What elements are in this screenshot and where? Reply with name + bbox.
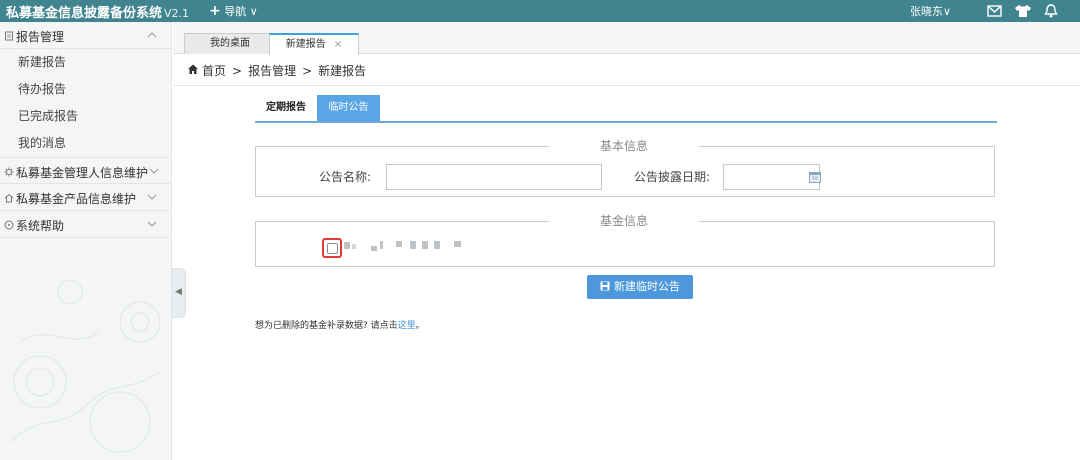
note-text: 想为已删除的基金补录数据? 请点击 bbox=[255, 321, 398, 331]
sidebar: 报告管理 新建报告 待办报告 已完成报告 我的消息 私募基金管理人信息维护 私募… bbox=[0, 22, 172, 460]
user-name: 张晓东 bbox=[910, 5, 943, 18]
bell-icon[interactable] bbox=[1042, 3, 1060, 19]
chevron-down-icon bbox=[147, 221, 157, 227]
create-interim-announcement-button[interactable]: 新建临时公告 bbox=[587, 275, 693, 299]
tab-my-desktop[interactable]: 我的桌面 bbox=[184, 33, 276, 54]
chevron-down-icon: ∨ bbox=[249, 5, 258, 18]
report-type-tabs: 定期报告 临时公告 bbox=[255, 95, 997, 123]
chevron-up-icon bbox=[147, 32, 157, 38]
sidebar-group-label: 私募基金管理人信息维护 bbox=[16, 166, 149, 180]
here-link[interactable]: 这里 bbox=[398, 321, 416, 331]
app-title-text: 私募基金信息披露备份系统 bbox=[6, 6, 163, 21]
gear-icon bbox=[4, 167, 14, 177]
sidebar-item-pending-reports[interactable]: 待办报告 bbox=[0, 76, 171, 103]
tab-new-report[interactable]: 新建报告 × bbox=[269, 33, 359, 55]
breadcrumb-section[interactable]: 报告管理 bbox=[248, 64, 296, 78]
highlight-box bbox=[322, 238, 342, 258]
nav-label: 导航 bbox=[224, 5, 247, 18]
decorative-background-image bbox=[9, 279, 161, 453]
sidebar-item-my-messages[interactable]: 我的消息 bbox=[0, 130, 171, 157]
note-end: 。 bbox=[415, 321, 425, 331]
announcement-name-label: 公告名称: bbox=[319, 170, 372, 184]
fund-name-redacted bbox=[344, 239, 484, 253]
supplement-data-note: 想为已删除的基金补录数据? 请点击这里。 bbox=[255, 318, 425, 331]
sidebar-group-product-info[interactable]: 私募基金产品信息维护 bbox=[0, 184, 171, 211]
announcement-name-input[interactable] bbox=[386, 164, 602, 190]
disclosure-date-input[interactable] bbox=[723, 164, 820, 190]
save-icon bbox=[600, 281, 610, 291]
sidebar-group-manager-info[interactable]: 私募基金管理人信息维护 bbox=[0, 157, 171, 184]
close-icon[interactable]: × bbox=[334, 39, 342, 50]
fund-info-section: 基金信息 bbox=[255, 214, 995, 267]
section-legend: 基本信息 bbox=[549, 139, 699, 153]
sidebar-group-label: 私募基金产品信息维护 bbox=[16, 192, 137, 206]
shirt-icon[interactable] bbox=[1014, 3, 1032, 19]
fund-checkbox[interactable] bbox=[327, 243, 338, 254]
chevron-down-icon bbox=[149, 168, 159, 174]
button-label: 新建临时公告 bbox=[614, 280, 680, 293]
tab-periodic-report[interactable]: 定期报告 bbox=[255, 95, 317, 121]
sidebar-item-new-report[interactable]: 新建报告 bbox=[0, 49, 171, 76]
tab-interim-announcement[interactable]: 临时公告 bbox=[317, 95, 380, 121]
sidebar-group-report-management[interactable]: 报告管理 bbox=[0, 22, 171, 49]
sidebar-group-system-help[interactable]: 系统帮助 bbox=[0, 211, 171, 238]
tab-label: 新建报告 bbox=[285, 39, 326, 50]
breadcrumb-current: 新建报告 bbox=[318, 64, 367, 78]
breadcrumb-home[interactable]: 首页 bbox=[202, 64, 226, 78]
sidebar-submenu: 新建报告 待办报告 已完成报告 我的消息 bbox=[0, 49, 171, 157]
home-icon[interactable] bbox=[187, 63, 199, 75]
calendar-icon[interactable] bbox=[809, 171, 821, 183]
chevron-down-icon: ∨ bbox=[943, 5, 952, 18]
breadcrumb-separator: > bbox=[302, 64, 313, 78]
breadcrumb: 首页 > 报告管理 > 新建报告 bbox=[173, 54, 1080, 86]
report-icon bbox=[5, 31, 13, 41]
plus-icon: + bbox=[209, 3, 221, 19]
help-icon bbox=[4, 220, 14, 230]
sidebar-group-label: 系统帮助 bbox=[16, 219, 65, 233]
home-icon bbox=[4, 193, 14, 203]
chevron-down-icon bbox=[147, 194, 157, 200]
sidebar-group-label: 报告管理 bbox=[16, 30, 65, 44]
user-menu[interactable]: 张晓东∨ bbox=[910, 3, 970, 19]
main-content: 我的桌面 新建报告 × 首页 > 报告管理 > 新建报告 定期报告 临时公告 基本信息 公… bbox=[173, 22, 1080, 460]
app-version: V2.1 bbox=[164, 7, 190, 20]
breadcrumb-text: 首页 > 报告管理 > 新建报告 bbox=[202, 62, 366, 79]
app-title: 私募基金信息披露备份系统 V2.1 bbox=[6, 2, 189, 21]
section-legend: 基金信息 bbox=[549, 214, 699, 228]
tab-label: 我的桌面 bbox=[210, 38, 250, 49]
page-tabs-bar: 我的桌面 新建报告 × bbox=[173, 22, 1080, 55]
sidebar-item-completed-reports[interactable]: 已完成报告 bbox=[0, 103, 171, 130]
top-bar: 私募基金信息披露备份系统 V2.1 + 导航 ∨ 张晓东∨ bbox=[0, 0, 1080, 22]
disclosure-date-label: 公告披露日期: bbox=[634, 170, 711, 184]
mail-icon[interactable] bbox=[986, 3, 1004, 19]
nav-menu[interactable]: + 导航 ∨ bbox=[209, 3, 258, 19]
breadcrumb-separator: > bbox=[232, 64, 243, 78]
basic-info-section: 基本信息 公告名称: 公告披露日期: bbox=[255, 139, 995, 197]
